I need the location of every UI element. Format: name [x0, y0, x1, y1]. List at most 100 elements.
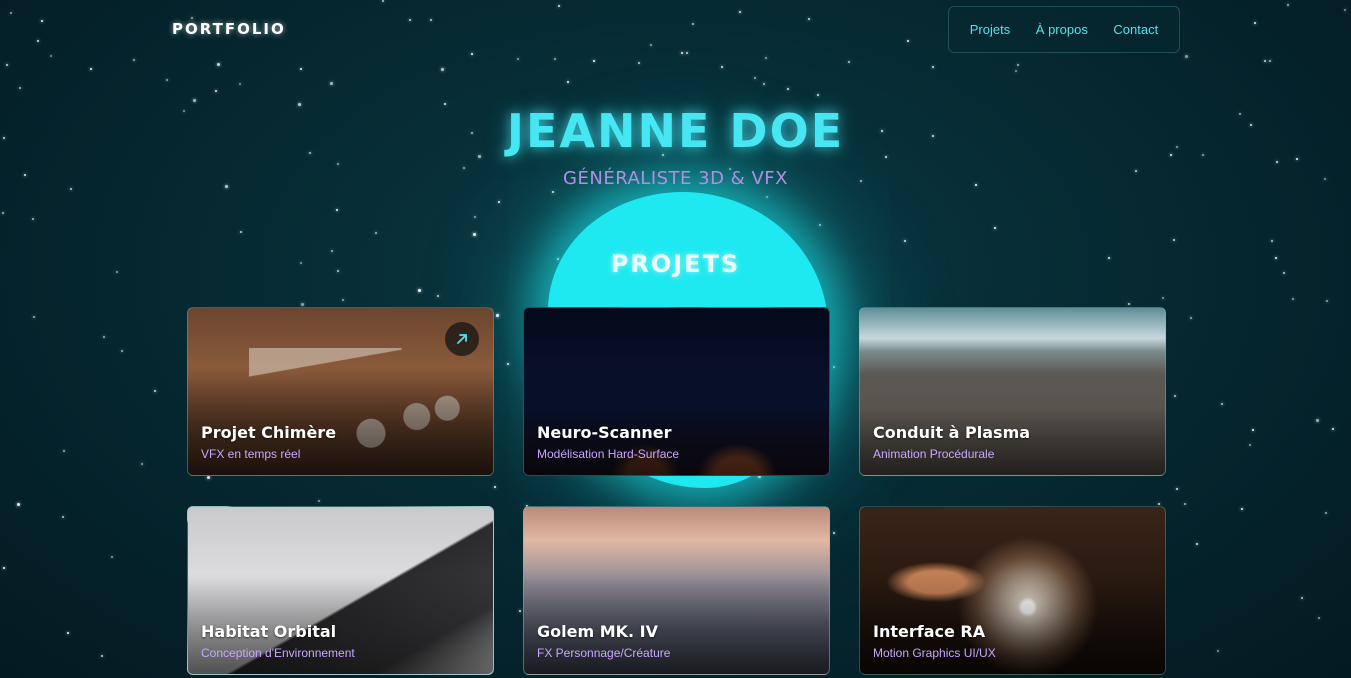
- star-dot: [240, 231, 242, 233]
- star-dot: [141, 463, 143, 465]
- star-dot: [1217, 650, 1219, 652]
- star-dot: [1325, 512, 1327, 514]
- star-dot: [507, 363, 509, 365]
- star-dot: [904, 240, 906, 242]
- project-card-title: Golem MK. IV: [537, 622, 659, 641]
- project-card-habitat-orbital[interactable]: Habitat Orbital Conception d'Environneme…: [187, 506, 494, 675]
- star-dot: [817, 94, 819, 96]
- site-header: PORTFOLIO Projets À propos Contact: [0, 0, 1351, 60]
- nav-link-contact[interactable]: Contact: [1113, 22, 1158, 37]
- star-dot: [1276, 161, 1278, 163]
- star-dot: [1292, 298, 1294, 300]
- project-card-chimere[interactable]: Projet Chimère VFX en temps réel: [187, 307, 494, 476]
- arrow-up-right-icon: [457, 334, 467, 344]
- star-dot: [342, 299, 344, 301]
- star-dot: [833, 532, 835, 534]
- star-dot: [301, 303, 304, 306]
- star-dot: [519, 610, 521, 612]
- project-card-interface-ra[interactable]: Interface RA Motion Graphics UI/UX: [859, 506, 1166, 675]
- project-card-neuro-scanner[interactable]: Neuro-Scanner Modélisation Hard-Surface: [523, 307, 830, 476]
- star-dot: [17, 503, 20, 506]
- star-dot: [1196, 543, 1198, 545]
- star-dot: [638, 62, 640, 64]
- star-dot: [994, 227, 996, 229]
- project-card-subtitle: Modélisation Hard-Surface: [537, 447, 680, 461]
- nav-link-a-propos[interactable]: À propos: [1036, 22, 1088, 37]
- star-dot: [474, 216, 476, 218]
- star-dot: [473, 233, 476, 236]
- star-dot: [441, 68, 444, 71]
- star-dot: [154, 390, 156, 392]
- star-dot: [848, 61, 850, 63]
- nav-link-projets[interactable]: Projets: [970, 22, 1010, 37]
- star-dot: [3, 567, 5, 569]
- star-dot: [336, 209, 338, 211]
- star-dot: [1162, 297, 1164, 299]
- star-dot: [418, 289, 421, 292]
- star-dot: [833, 366, 835, 368]
- star-dot: [1318, 617, 1320, 619]
- star-dot: [763, 83, 765, 85]
- project-card-subtitle: Animation Procédurale: [873, 447, 995, 461]
- star-dot: [1176, 488, 1178, 490]
- star-dot: [1264, 60, 1266, 62]
- star-dot: [1316, 419, 1319, 422]
- project-card-golem[interactable]: Golem MK. IV FX Personnage/Créature: [523, 506, 830, 675]
- project-card-title: Conduit à Plasma: [873, 423, 1031, 442]
- project-card-title: Neuro-Scanner: [537, 423, 672, 442]
- star-dot: [1128, 303, 1130, 305]
- hero-name: JEANNE DOE: [506, 104, 845, 158]
- star-dot: [101, 655, 103, 657]
- star-dot: [2, 212, 4, 214]
- star-dot: [496, 314, 499, 317]
- star-dot: [217, 63, 220, 66]
- star-dot: [721, 66, 723, 68]
- star-dot: [90, 68, 92, 70]
- star-dot: [1015, 70, 1017, 72]
- hero-role: GÉNÉRALISTE 3D & VFX: [563, 168, 788, 189]
- star-dot: [207, 476, 210, 479]
- star-dot: [819, 224, 821, 226]
- star-dot: [1221, 403, 1223, 405]
- star-dot: [1249, 444, 1251, 446]
- site-logo[interactable]: PORTFOLIO: [172, 20, 286, 38]
- star-dot: [62, 516, 64, 518]
- star-dot: [567, 81, 569, 83]
- star-dot: [337, 163, 339, 165]
- star-dot: [330, 82, 333, 85]
- star-dot: [593, 60, 595, 62]
- star-dot: [111, 556, 113, 558]
- star-dot: [1301, 597, 1303, 599]
- star-dot: [754, 77, 756, 79]
- star-dot: [6, 64, 8, 66]
- star-dot: [1173, 239, 1175, 241]
- open-project-button[interactable]: [445, 322, 479, 356]
- projects-section-title: PROJETS: [610, 250, 741, 278]
- star-dot: [1296, 158, 1298, 160]
- star-dot: [166, 79, 168, 81]
- star-dot: [1252, 429, 1254, 431]
- star-dot: [318, 500, 320, 502]
- star-dot: [494, 486, 496, 488]
- project-card-subtitle: Motion Graphics UI/UX: [873, 646, 996, 660]
- star-dot: [498, 201, 500, 203]
- project-card-title: Habitat Orbital: [201, 622, 337, 641]
- star-dot: [300, 68, 302, 70]
- star-dot: [932, 66, 934, 68]
- star-dot: [1017, 64, 1019, 66]
- star-dot: [437, 295, 439, 297]
- star-dot: [766, 196, 768, 198]
- star-dot: [787, 88, 789, 90]
- main-nav: Projets À propos Contact: [948, 6, 1180, 53]
- project-card-title: Interface RA: [873, 622, 986, 641]
- star-dot: [375, 232, 377, 234]
- star-dot: [1271, 240, 1273, 242]
- star-dot: [1190, 317, 1192, 319]
- project-card-plasma[interactable]: Conduit à Plasma Animation Procédurale: [859, 307, 1166, 476]
- star-dot: [103, 336, 105, 338]
- star-dot: [67, 632, 69, 634]
- star-dot: [193, 99, 196, 102]
- star-dot: [33, 316, 35, 318]
- star-dot: [121, 350, 123, 352]
- star-dot: [1174, 395, 1176, 397]
